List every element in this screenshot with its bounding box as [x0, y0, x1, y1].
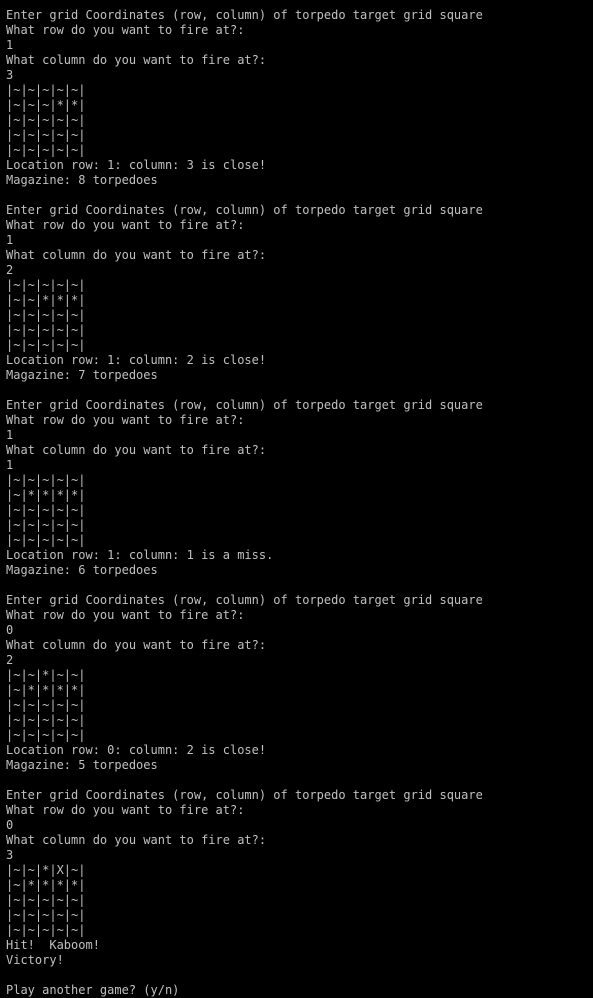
round-block: Enter grid Coordinates (row, column) of … — [6, 203, 591, 398]
column-answer: 2 — [6, 653, 14, 667]
board-grid: |~|~|~|~|~| |~|~|*|*|*| |~|~|~|~|~| |~|~… — [6, 278, 591, 353]
column-answer: 3 — [6, 848, 14, 862]
row-question: What row do you want to fire at?: — [6, 608, 245, 622]
magazine-status: Magazine: 7 torpedoes — [6, 368, 158, 382]
column-answer: 1 — [6, 458, 14, 472]
round-block: Enter grid Coordinates (row, column) of … — [6, 593, 591, 788]
grid-row: |~|~|~|~|~| — [6, 698, 86, 712]
magazine-status: Magazine: 6 torpedoes — [6, 563, 158, 577]
grid-row: |~|~|~|~|~| — [6, 713, 86, 727]
row-answer: 0 — [6, 623, 14, 637]
shot-result: Location row: 0: column: 2 is close! — [6, 743, 267, 757]
grid-row: |~|~|~|~|~| — [6, 83, 86, 97]
grid-row: |~|~|*|~|~| — [6, 668, 86, 682]
row-answer: 1 — [6, 428, 14, 442]
round-block: Enter grid Coordinates (row, column) of … — [6, 398, 591, 593]
grid-row: |~|~|*|*|*| — [6, 293, 86, 307]
coordinates-prompt: Enter grid Coordinates (row, column) of … — [6, 398, 483, 412]
grid-row: |~|~|~|~|~| — [6, 128, 86, 142]
column-question: What column do you want to fire at?: — [6, 443, 267, 457]
row-question: What row do you want to fire at?: — [6, 23, 245, 37]
column-answer: 2 — [6, 263, 14, 277]
grid-row: |~|~|~|~|~| — [6, 143, 86, 157]
shot-result: Location row: 1: column: 3 is close! — [6, 158, 267, 172]
grid-row: |~|~|~|~|~| — [6, 518, 86, 532]
shot-result: Location row: 1: column: 2 is close! — [6, 353, 267, 367]
row-answer: 0 — [6, 818, 14, 832]
coordinates-prompt: Enter grid Coordinates (row, column) of … — [6, 593, 483, 607]
grid-row: |~|~|~|~|~| — [6, 503, 86, 517]
grid-row: |~|~|~|~|~| — [6, 323, 86, 337]
row-question: What row do you want to fire at?: — [6, 218, 245, 232]
column-question: What column do you want to fire at?: — [6, 833, 267, 847]
board-grid: |~|~|~|~|~| |~|~|~|*|*| |~|~|~|~|~| |~|~… — [6, 83, 591, 158]
grid-row: |~|*|*|*|*| — [6, 878, 86, 892]
column-question: What column do you want to fire at?: — [6, 53, 267, 67]
round-block: Enter grid Coordinates (row, column) of … — [6, 8, 591, 203]
victory-message: Victory! — [6, 953, 64, 967]
grid-row: |~|~|~|~|~| — [6, 728, 86, 742]
grid-row: |~|~|~|~|~| — [6, 473, 86, 487]
play-again-prompt[interactable]: Play another game? (y/n) — [6, 983, 591, 998]
row-question: What row do you want to fire at?: — [6, 413, 245, 427]
grid-row: |~|~|~|~|~| — [6, 893, 86, 907]
grid-row: |~|~|~|~|~| — [6, 923, 86, 937]
column-question: What column do you want to fire at?: — [6, 248, 267, 262]
grid-row: |~|~|~|~|~| — [6, 338, 86, 352]
coordinates-prompt: Enter grid Coordinates (row, column) of … — [6, 8, 483, 22]
board-grid: |~|~|~|~|~| |~|*|*|*|*| |~|~|~|~|~| |~|~… — [6, 473, 591, 548]
grid-row: |~|~|*|X|~| — [6, 863, 86, 877]
magazine-status: Magazine: 8 torpedoes — [6, 173, 158, 187]
coordinates-prompt: Enter grid Coordinates (row, column) of … — [6, 788, 483, 802]
grid-row: |~|~|~|~|~| — [6, 908, 86, 922]
board-grid: |~|~|*|X|~| |~|*|*|*|*| |~|~|~|~|~| |~|~… — [6, 863, 591, 938]
coordinates-prompt: Enter grid Coordinates (row, column) of … — [6, 203, 483, 217]
grid-row: |~|~|~|~|~| — [6, 278, 86, 292]
row-answer: 1 — [6, 38, 14, 52]
magazine-status: Magazine: 5 torpedoes — [6, 758, 158, 772]
grid-row: |~|*|*|*|*| — [6, 683, 86, 697]
board-grid: |~|~|*|~|~| |~|*|*|*|*| |~|~|~|~|~| |~|~… — [6, 668, 591, 743]
shot-result: Hit! Kaboom! — [6, 938, 100, 952]
grid-row: |~|~|~|~|~| — [6, 308, 86, 322]
row-answer: 1 — [6, 233, 14, 247]
column-question: What column do you want to fire at?: — [6, 638, 267, 652]
grid-row: |~|*|*|*|*| — [6, 488, 86, 502]
grid-row: |~|~|~|*|*| — [6, 98, 86, 112]
grid-row: |~|~|~|~|~| — [6, 533, 86, 547]
column-answer: 3 — [6, 68, 14, 82]
round-block: Enter grid Coordinates (row, column) of … — [6, 788, 591, 983]
console-output: Enter grid Coordinates (row, column) of … — [6, 8, 591, 998]
row-question: What row do you want to fire at?: — [6, 803, 245, 817]
shot-result: Location row: 1: column: 1 is a miss. — [6, 548, 274, 562]
grid-row: |~|~|~|~|~| — [6, 113, 86, 127]
